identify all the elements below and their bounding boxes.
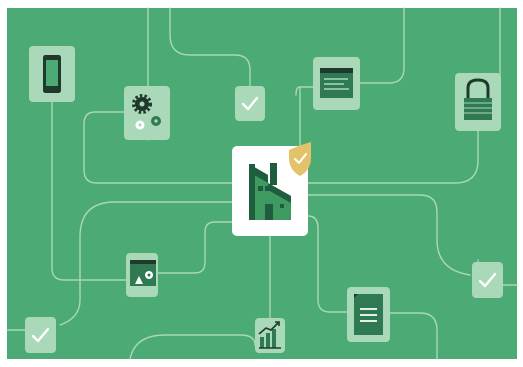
gears-tile bbox=[124, 86, 170, 140]
smartphone-icon bbox=[43, 55, 61, 93]
settings-window-tile bbox=[126, 253, 158, 297]
check-tile-bottom-left bbox=[25, 317, 56, 353]
document-tile bbox=[347, 287, 390, 342]
phone-tile bbox=[29, 46, 75, 102]
check-tile-top bbox=[235, 86, 265, 121]
chart-tile bbox=[255, 318, 285, 353]
lock-tile bbox=[455, 73, 501, 131]
check-tile-right bbox=[472, 262, 503, 298]
browser-tile bbox=[313, 57, 360, 110]
settings-window-icon bbox=[130, 260, 156, 286]
network-illustration bbox=[0, 0, 523, 367]
browser-window-icon bbox=[320, 68, 353, 98]
factory-tile bbox=[232, 142, 311, 236]
document-icon bbox=[354, 294, 383, 335]
